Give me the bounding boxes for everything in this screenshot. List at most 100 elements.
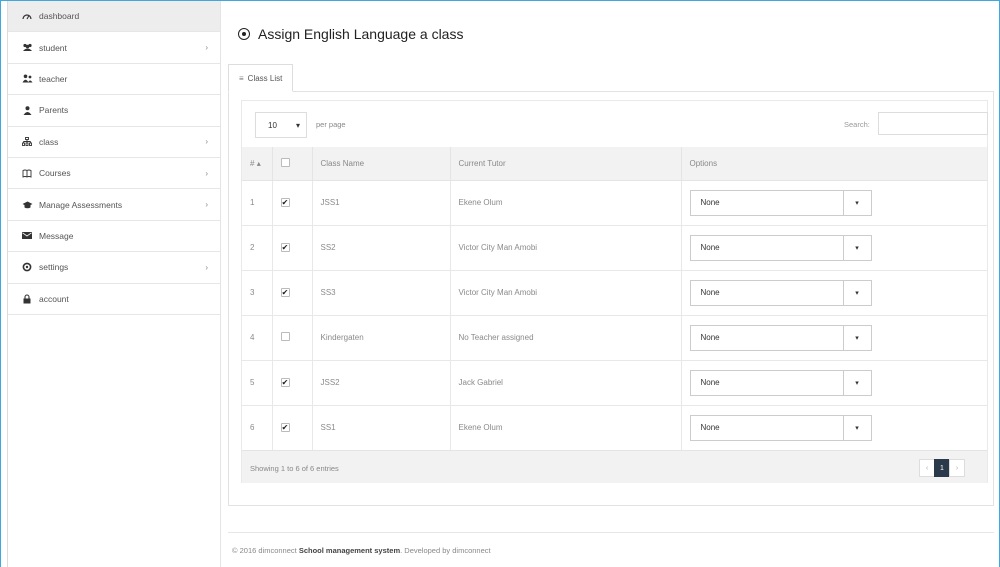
row-select-cell: ✔ xyxy=(272,270,313,316)
sidebar-item-courses[interactable]: Courses › xyxy=(8,158,220,190)
page-title: Assign English Language a class xyxy=(238,26,463,42)
sidebar-item-dashboard[interactable]: dashboard xyxy=(8,1,220,33)
sidebar-item-label: settings xyxy=(39,262,69,273)
sidebar-item-account[interactable]: account xyxy=(8,284,220,315)
sidebar-item-label: Manage Assessments xyxy=(39,199,123,210)
tutor-cell: Jack Gabriel xyxy=(450,360,682,406)
main-content: Assign English Language a class ≡ Class … xyxy=(221,1,999,567)
caret-down-icon: ▾ xyxy=(842,325,871,350)
graduation-cap-icon xyxy=(21,201,33,209)
copyright: © 2016 dimconnect School management syst… xyxy=(232,546,491,555)
users-icon xyxy=(21,43,33,52)
col-header-current-tutor[interactable]: Current Tutor xyxy=(450,147,682,181)
search-input[interactable] xyxy=(878,112,988,135)
col-header-class-name[interactable]: Class Name xyxy=(312,147,451,181)
class-name-cell: SS2 xyxy=(312,225,451,271)
row-checkbox[interactable]: ✔ xyxy=(280,423,290,433)
sidebar: dashboard student › teacher Parents clas… xyxy=(7,1,221,567)
user-group-icon xyxy=(21,74,33,83)
sidebar-item-teacher[interactable]: teacher xyxy=(8,64,220,96)
tutor-option-select[interactable]: None ▾ xyxy=(689,234,872,261)
row-number: 1 xyxy=(242,180,273,226)
row-select-cell: ✔ xyxy=(272,180,313,226)
option-value: None xyxy=(700,288,720,297)
page-title-text: Assign English Language a class xyxy=(258,26,464,42)
gear-icon xyxy=(21,262,33,272)
table-row: 1 ✔ JSS1 Ekene Olum None ▾ xyxy=(242,180,987,226)
tab-class-list[interactable]: ≡ Class List xyxy=(228,64,294,92)
col-header-options[interactable]: Options xyxy=(681,147,987,181)
tutor-option-select[interactable]: None ▾ xyxy=(689,324,872,351)
table-row: 4 Kindergaten No Teacher assigned None ▾ xyxy=(242,315,987,361)
select-all-checkbox[interactable] xyxy=(280,157,290,167)
row-number: 2 xyxy=(242,225,273,271)
app-frame: dashboard student › teacher Parents clas… xyxy=(0,0,1000,567)
col-header-select-all[interactable] xyxy=(272,147,313,181)
class-name-cell: Kindergaten xyxy=(312,315,451,361)
table-header-row: # ▴ Class Name Current Tutor Options xyxy=(242,147,987,181)
list-icon: ≡ xyxy=(239,73,244,83)
envelope-icon xyxy=(21,232,33,240)
tutor-cell: Ekene Olum xyxy=(450,180,682,226)
caret-down-icon: ▾ xyxy=(842,415,871,440)
row-number: 6 xyxy=(242,405,273,451)
footer-divider xyxy=(228,532,994,533)
row-checkbox[interactable]: ✔ xyxy=(280,288,290,298)
pagination-page-1[interactable]: 1 xyxy=(934,459,950,477)
user-icon xyxy=(21,106,33,115)
lock-icon xyxy=(21,294,33,304)
sidebar-item-message[interactable]: Message xyxy=(8,221,220,253)
pagination-prev-button[interactable]: ‹ xyxy=(919,459,935,477)
pagination-next-button[interactable]: › xyxy=(949,459,965,477)
table-footer: Showing 1 to 6 of 6 entries ‹ 1 › xyxy=(242,450,987,483)
tutor-cell: Victor City Man Amobi xyxy=(450,270,682,316)
sidebar-item-label: Parents xyxy=(39,105,69,116)
tutor-option-select[interactable]: None ▾ xyxy=(689,189,872,216)
tutor-cell: Ekene Olum xyxy=(450,405,682,451)
caret-down-icon: ▾ xyxy=(842,370,871,395)
option-value: None xyxy=(700,198,720,207)
col-header-number[interactable]: # ▴ xyxy=(242,147,273,181)
row-checkbox[interactable]: ✔ xyxy=(280,198,290,208)
gauge-icon xyxy=(21,12,33,20)
row-number: 4 xyxy=(242,315,273,361)
caret-down-icon: ▾ xyxy=(295,120,300,130)
option-value: None xyxy=(700,423,720,432)
row-checkbox[interactable] xyxy=(280,332,290,341)
table-body: 1 ✔ JSS1 Ekene Olum None ▾ 2 ✔ SS2 Victor City Ma… xyxy=(242,180,987,451)
per-page-select[interactable]: 10 ▾ xyxy=(255,112,307,138)
sidebar-item-class[interactable]: class › xyxy=(8,127,220,158)
sidebar-item-parents[interactable]: Parents xyxy=(8,95,220,127)
chevron-right-icon: › xyxy=(205,168,208,178)
copyright-suffix: . Developed by dimconnect xyxy=(400,546,491,555)
chevron-right-icon: › xyxy=(205,200,208,210)
sort-asc-icon: ▴ xyxy=(256,158,261,168)
row-select-cell xyxy=(272,315,313,361)
row-select-cell: ✔ xyxy=(272,405,313,451)
option-value: None xyxy=(700,243,720,252)
tutor-option-select[interactable]: None ▾ xyxy=(689,279,872,306)
sidebar-item-label: Message xyxy=(39,230,74,241)
dot-circle-icon xyxy=(238,28,250,40)
row-checkbox[interactable]: ✔ xyxy=(280,243,290,253)
row-checkbox[interactable]: ✔ xyxy=(280,378,290,388)
sidebar-item-label: dashboard xyxy=(39,11,80,22)
caret-down-icon: ▾ xyxy=(842,235,871,260)
sidebar-item-settings[interactable]: settings › xyxy=(8,252,220,284)
options-cell: None ▾ xyxy=(681,225,987,271)
table-row: 5 ✔ JSS2 Jack Gabriel None ▾ xyxy=(242,360,987,406)
tutor-cell: No Teacher assigned xyxy=(450,315,682,361)
tutor-option-select[interactable]: None ▾ xyxy=(689,369,872,396)
entries-info: Showing 1 to 6 of 6 entries xyxy=(250,464,339,473)
class-table: # ▴ Class Name Current Tutor Options 1 ✔ J… xyxy=(242,147,987,451)
sidebar-item-label: teacher xyxy=(39,73,68,84)
tutor-option-select[interactable]: None ▾ xyxy=(689,414,872,441)
table-row: 6 ✔ SS1 Ekene Olum None ▾ xyxy=(242,405,987,451)
row-number: 3 xyxy=(242,270,273,316)
sidebar-item-student[interactable]: student › xyxy=(8,32,220,64)
class-name-cell: SS1 xyxy=(312,405,451,451)
tab-label: Class List xyxy=(247,73,283,83)
search-label: Search: xyxy=(844,120,870,129)
book-icon xyxy=(21,169,33,178)
sidebar-item-manage-assessments[interactable]: Manage Assessments › xyxy=(8,189,220,221)
